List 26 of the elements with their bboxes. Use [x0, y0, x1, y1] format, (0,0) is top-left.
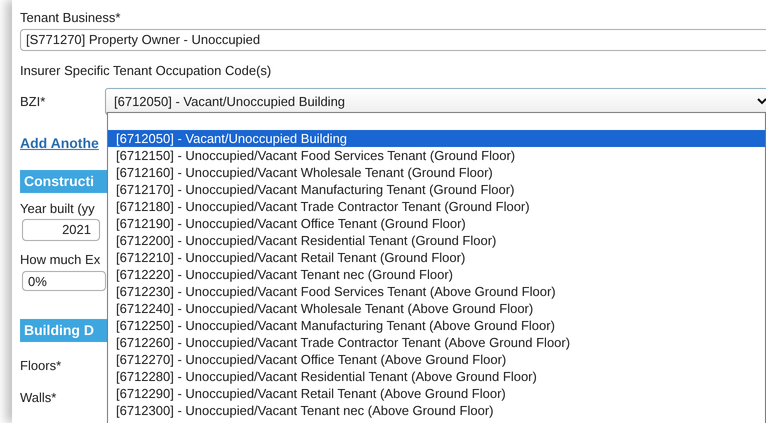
dropdown-option[interactable]: [6712240] - Unoccupied/Vacant Wholesale Tenant (Above Ground Floor): [108, 300, 765, 317]
dropdown-option[interactable]: [6712230] - Unoccupied/Vacant Food Services Tenant (Above Ground Floor): [108, 283, 765, 300]
section-label: Insurer Specific Tenant Occupation Code(s): [20, 63, 272, 79]
field-label: How much Ex: [20, 252, 100, 268]
occupation-code-select[interactable]: [6712050] - Vacant/Unoccupied Building: [105, 88, 766, 114]
dropdown-option[interactable]: [6712270] - Unoccupied/Vacant Office Tenant (Above Ground Floor): [108, 351, 765, 368]
extent-field[interactable]: 0%: [22, 271, 106, 291]
field-label: BZI*: [20, 94, 46, 108]
dropdown-option[interactable]: [6712190] - Unoccupied/Vacant Office Tenant (Ground Floor): [108, 215, 765, 232]
dropdown-option[interactable]: [6712200] - Unoccupied/Vacant Residential Tenant (Ground Floor): [108, 232, 765, 249]
caret-icon: [757, 98, 766, 104]
tenant-business-field[interactable]: [S771270] Property Owner - Unoccupied: [20, 29, 766, 51]
field-label: Tenant Business*: [20, 10, 120, 26]
dropdown-option[interactable]: [6712210] - Unoccupied/Vacant Retail Tenant (Ground Floor): [108, 249, 765, 266]
field-label: Floors*: [20, 358, 62, 374]
year-built-field[interactable]: 2021: [22, 219, 100, 241]
dropdown-option[interactable]: [6712050] - Vacant/Unoccupied Building: [108, 130, 765, 147]
field-label: Year built (yy: [20, 201, 95, 217]
dropdown-option[interactable]: [6712280] - Unoccupied/Vacant Residential Tenant (Above Ground Floor): [108, 368, 765, 385]
dropdown-option[interactable]: [6712150] - Unoccupied/Vacant Food Services Tenant (Ground Floor): [108, 147, 765, 164]
dropdown-option[interactable]: [6712220] - Unoccupied/Vacant Tenant nec (Ground Floor): [108, 266, 765, 283]
dropdown-option[interactable]: [6712300] - Unoccupied/Vacant Tenant nec (Above Ground Floor): [108, 402, 765, 419]
dropdown-option[interactable]: [6712290] - Unoccupied/Vacant Retail Tenant (Above Ground Floor): [108, 385, 765, 402]
add-another-link[interactable]: Add Anothe: [20, 135, 99, 151]
field-label: Walls*: [20, 390, 56, 406]
dropdown-option[interactable]: [6712180] - Unoccupied/Vacant Trade Contractor Tenant (Ground Floor): [108, 198, 765, 215]
